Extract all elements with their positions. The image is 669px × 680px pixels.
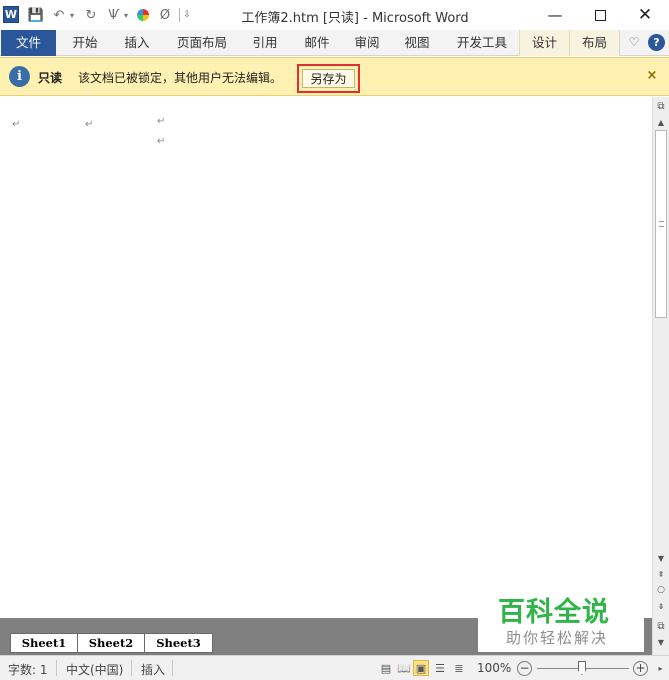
full-screen-reading-icon[interactable]: 📖 — [396, 660, 412, 676]
close-button[interactable]: ✕ — [625, 0, 665, 30]
word-window: W 💾 ↶ ▾ ↻ Ѱ ▾ Ø ⇩ 工作簿2.htm [只读] - Micros… — [0, 0, 669, 680]
draft-view-icon[interactable]: ≣ — [451, 660, 467, 676]
next-page-icon[interactable]: ⇟ — [653, 599, 669, 613]
ruler-toggle-icon[interactable]: ⧉ — [653, 99, 669, 113]
zoom-in-button[interactable]: + — [633, 661, 648, 676]
status-divider — [131, 660, 132, 676]
status-bar: 字数: 1 中文(中国) 插入 ▤ 📖 ▣ ☰ ≣ 100% − + ▸ — [0, 655, 669, 680]
tab-home[interactable]: 开始 — [60, 30, 110, 56]
insert-mode-indicator[interactable]: 插入 — [141, 661, 165, 678]
scroll-right-icon[interactable]: ▸ — [652, 656, 669, 680]
read-only-message-bar: i 只读 该文档已被锁定，其他用户无法编辑。 另存为 × — [0, 57, 669, 96]
previous-page-icon[interactable]: ⇞ — [653, 567, 669, 581]
tab-review[interactable]: 审阅 — [342, 30, 392, 56]
info-icon: i — [9, 66, 30, 87]
zoom-out-button[interactable]: − — [517, 661, 532, 676]
minimize-button[interactable]: — — [535, 0, 575, 30]
ribbon-tabs: 文件 开始 插入 页面布局 引用 邮件 审阅 视图 开发工具 设计 布局 — [0, 30, 669, 56]
tab-view[interactable]: 视图 — [392, 30, 442, 56]
zoom-slider-thumb[interactable] — [578, 661, 586, 675]
tab-divider — [619, 30, 620, 56]
sheet-tab-2[interactable]: Sheet2 — [78, 634, 145, 652]
undo-icon[interactable]: ↶ — [51, 5, 67, 25]
qat-divider — [179, 8, 180, 22]
save-icon[interactable]: 💾 — [27, 5, 45, 25]
sheet-tab-1[interactable]: Sheet1 — [11, 634, 78, 652]
paragraph-mark: ↵ — [157, 136, 166, 147]
title-bar: W 💾 ↶ ▾ ↻ Ѱ ▾ Ø ⇩ 工作簿2.htm [只读] - Micros… — [0, 0, 669, 30]
paragraph-mark: ↵ — [157, 116, 166, 127]
scroll-down-icon[interactable]: ▼ — [653, 551, 669, 565]
message-text: 该文档已被锁定，其他用户无法编辑。 — [78, 71, 283, 85]
word-count[interactable]: 字数: 1 — [8, 661, 48, 678]
paragraph-mark: ↵ — [12, 119, 21, 130]
redo-icon[interactable]: ↻ — [83, 5, 99, 25]
eraser-icon[interactable]: Ø — [156, 5, 174, 25]
format-dropdown-icon[interactable]: ▾ — [122, 5, 130, 25]
save-as-highlight: 另存为 — [297, 64, 360, 93]
color-wheel-swatch — [137, 9, 149, 21]
save-as-button[interactable]: 另存为 — [302, 69, 355, 88]
tab-insert[interactable]: 插入 — [112, 30, 162, 56]
tab-file[interactable]: 文件 — [1, 30, 56, 56]
ribbon-collapse-icon[interactable]: ♡ — [626, 34, 642, 50]
outline-view-icon[interactable]: ☰ — [432, 660, 448, 676]
scroll-thumb[interactable] — [655, 130, 667, 318]
tab-design[interactable]: 设计 — [519, 30, 569, 56]
color-wheel-icon[interactable] — [136, 5, 150, 25]
tab-page-layout[interactable]: 页面布局 — [166, 30, 238, 56]
language-indicator[interactable]: 中文(中国) — [66, 661, 123, 678]
web-layout-icon[interactable]: ▣ — [413, 660, 429, 676]
status-divider — [172, 660, 173, 676]
tab-layout[interactable]: 布局 — [569, 30, 619, 56]
watermark: 百科全说 助你轻松解决 — [478, 590, 644, 652]
window-title: 工作簿2.htm [只读] - Microsoft Word — [241, 11, 469, 26]
tab-references[interactable]: 引用 — [240, 30, 290, 56]
tab-developer[interactable]: 开发工具 — [446, 30, 518, 56]
format-painter-icon[interactable]: Ѱ — [105, 5, 123, 25]
zoom-level[interactable]: 100% — [477, 661, 511, 675]
maximize-button[interactable] — [580, 0, 620, 30]
browse-object-icon[interactable]: ○ — [653, 583, 669, 597]
print-layout-icon[interactable]: ▤ — [378, 660, 394, 676]
close-message-icon[interactable]: × — [644, 67, 660, 83]
message-title: 只读 — [38, 71, 63, 85]
maximize-icon — [594, 9, 606, 21]
undo-dropdown-icon[interactable]: ▾ — [67, 5, 77, 25]
tab-mailings[interactable]: 邮件 — [292, 30, 342, 56]
watermark-title: 百科全说 — [498, 597, 610, 628]
paragraph-mark: ↵ — [85, 119, 94, 130]
word-logo-icon[interactable]: W — [3, 6, 19, 23]
vertical-scrollbar[interactable]: ⧉ ▲ ▼ ⇞ ○ ⇟ ⧉ ▼ — [652, 97, 669, 655]
sheet-tab-strip: Sheet1 Sheet2 Sheet3 — [10, 633, 213, 653]
help-icon[interactable]: ? — [648, 34, 665, 51]
scroll-up-icon[interactable]: ▲ — [653, 115, 669, 129]
watermark-subtitle: 助你轻松解决 — [506, 629, 609, 647]
status-divider — [56, 660, 57, 676]
thumb-grip — [659, 221, 664, 227]
document-canvas[interactable]: ↵ ↵ ↵ ↵ — [0, 97, 652, 618]
scroll-small-down-icon[interactable]: ▼ — [653, 635, 669, 649]
split-view-icon[interactable]: ⧉ — [653, 619, 669, 633]
sheet-tab-3[interactable]: Sheet3 — [145, 634, 212, 652]
